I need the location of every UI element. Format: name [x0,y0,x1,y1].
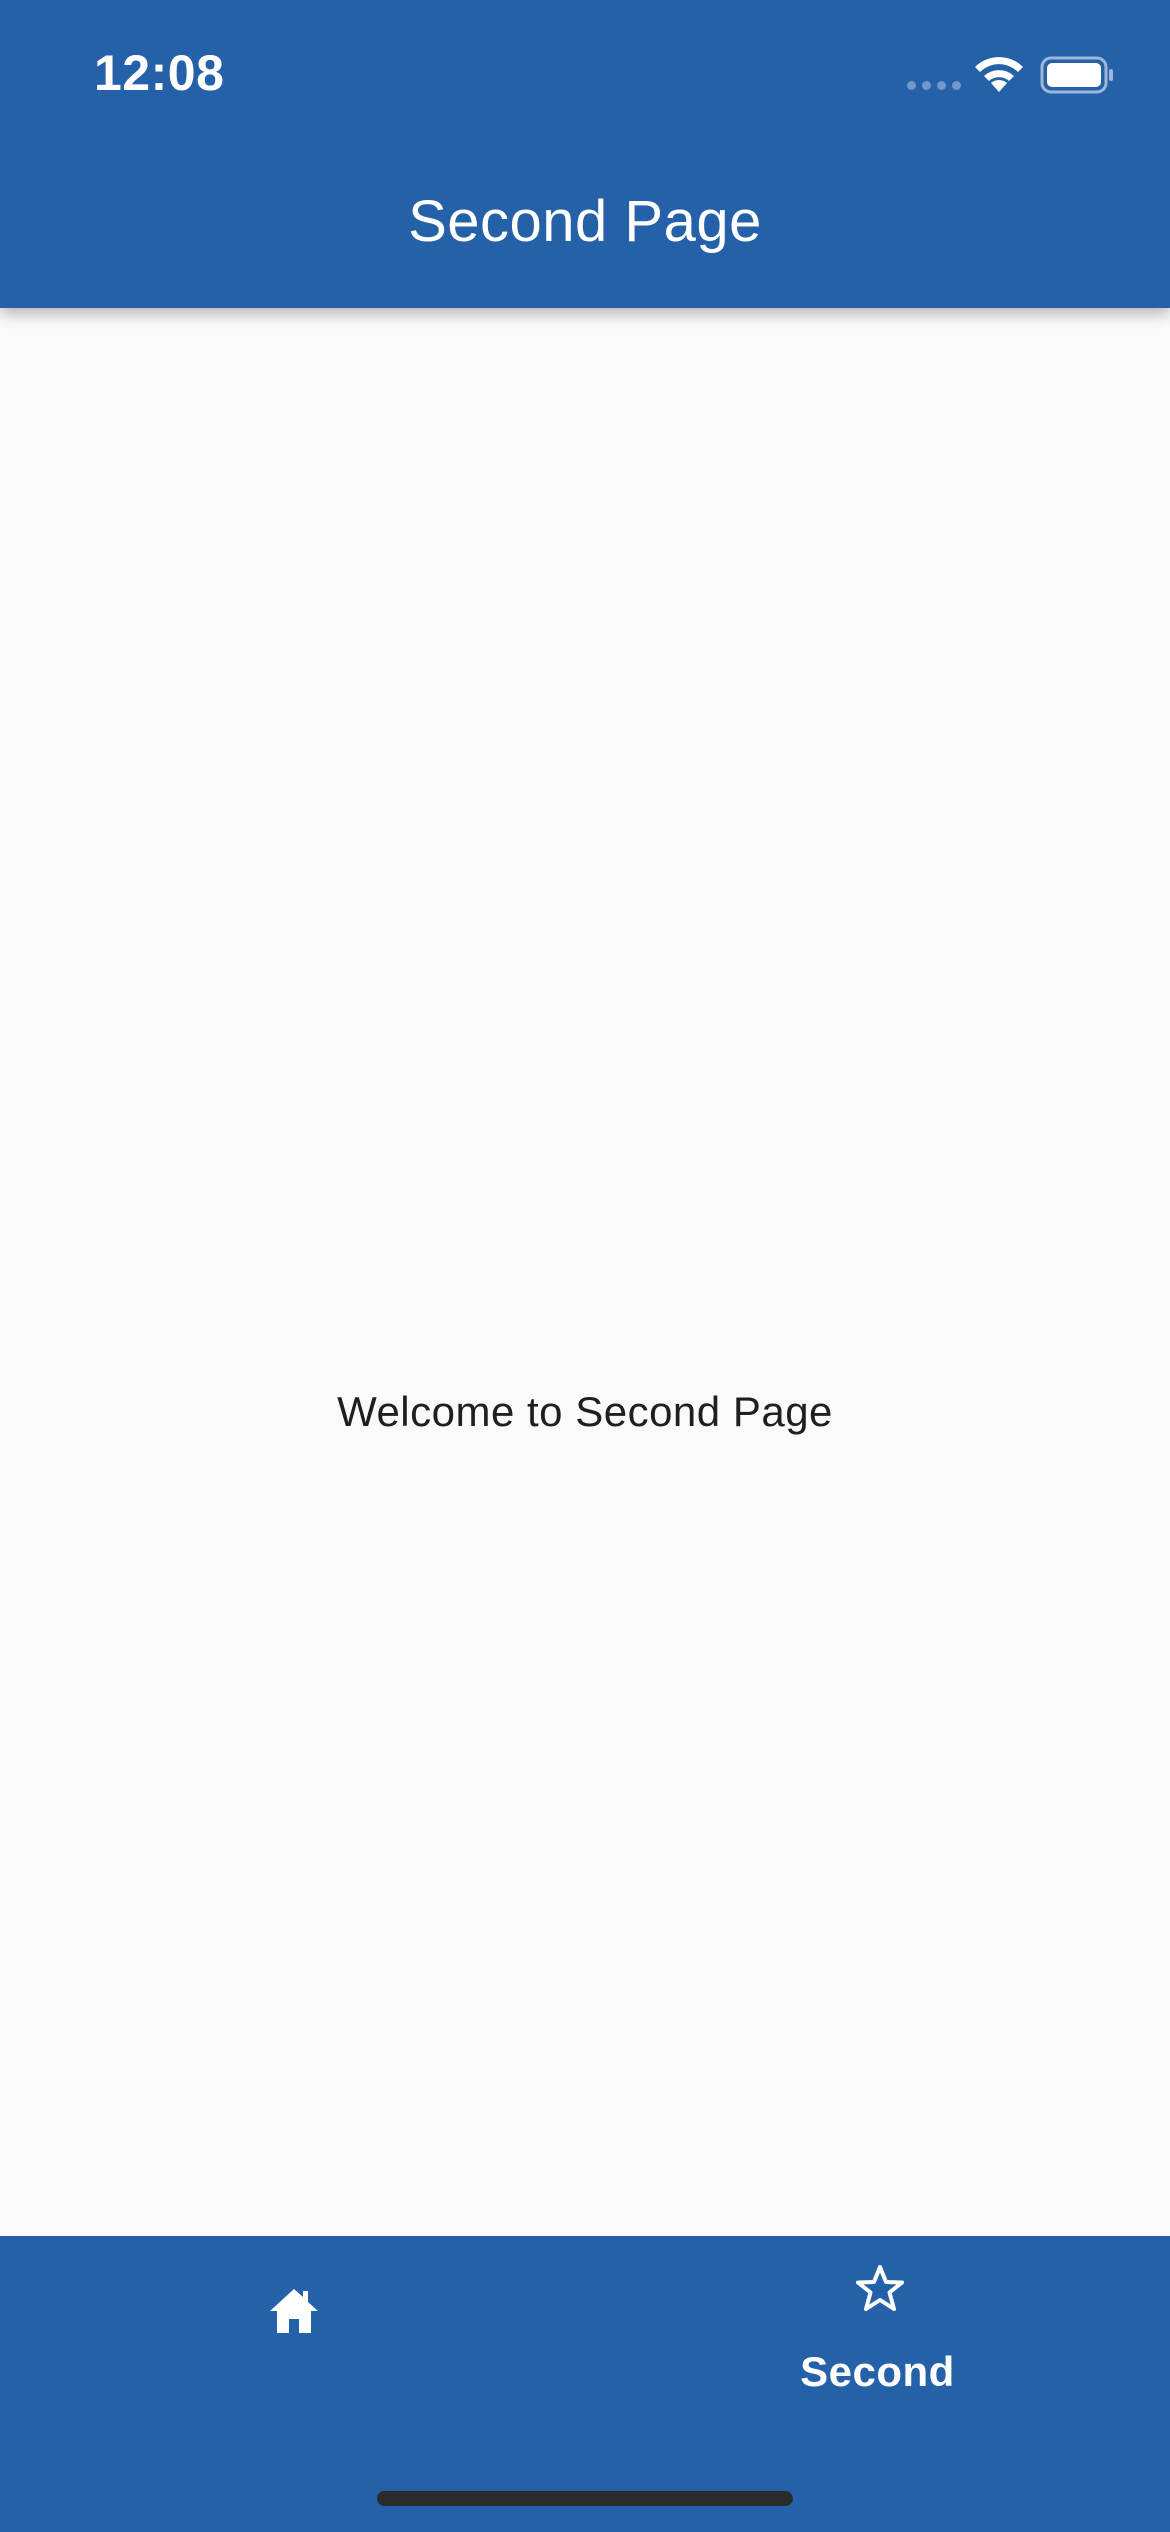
home-icon [270,2289,318,2333]
nav-item-home[interactable] [0,2236,585,2446]
wifi-icon [975,57,1023,92]
status-time: 12:08 [94,45,225,101]
bottom-navigation-bar: Second [0,2236,1170,2532]
app-bar: 12:08 Second Page [0,0,1170,308]
welcome-text: Welcome to Second Page [337,1388,833,1435]
nav-item-second[interactable]: Second [585,2236,1170,2446]
cellular-signal-icon [907,81,961,93]
page-title: Second Page [408,189,762,254]
main-content [0,308,1170,2236]
home-indicator[interactable] [377,2491,793,2506]
battery-icon [1040,56,1113,94]
status-bar: 12:08 [0,0,1170,150]
nav-item-second-label: Second [800,2348,955,2395]
star-outline-icon [856,2265,904,2311]
